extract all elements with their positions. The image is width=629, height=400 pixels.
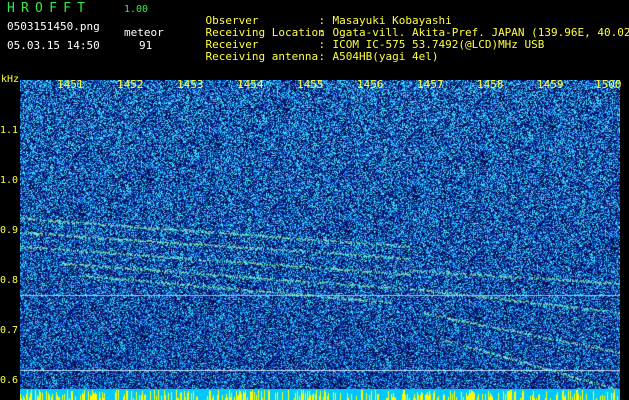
capture-datetime: 05.03.15 14:50	[7, 39, 100, 52]
info-separator: :	[318, 50, 326, 63]
y-tick-label: 1.0	[0, 175, 19, 186]
x-tick-label: 1457	[417, 78, 444, 91]
y-tick-label: 1.1	[0, 125, 19, 136]
spectrogram-plot	[20, 80, 620, 400]
info-value: A504HB(yagi 4el)	[332, 50, 439, 63]
x-tick-label: 1455	[297, 78, 324, 91]
y-tick-label: 0.8	[0, 275, 19, 286]
info-label: Receiving antenna	[205, 50, 319, 63]
detection-type-label: meteor	[124, 26, 164, 39]
y-axis-unit-label: kHz	[1, 74, 20, 85]
y-tick-label: 0.7	[0, 325, 19, 336]
x-tick-label: 1459	[537, 78, 564, 91]
activity-bar	[20, 389, 620, 400]
x-tick-label: 1452	[117, 78, 144, 91]
x-tick-label: 1451	[57, 78, 84, 91]
y-tick-label: 0.6	[0, 375, 19, 386]
info-row-antenna: Receiving antenna: A504HB(yagi 4el)	[179, 39, 439, 75]
file-name: 0503151450.png	[7, 20, 100, 33]
x-tick-label: 1453	[177, 78, 204, 91]
x-tick-label: 1454	[237, 78, 264, 91]
x-tick-label: 1456	[357, 78, 384, 91]
y-tick-label: 0.9	[0, 225, 19, 236]
app-version: 1.00	[124, 4, 149, 15]
detection-count: 91	[139, 39, 153, 52]
x-tick-label: 1458	[477, 78, 504, 91]
hrofft-window: HROFFT 1.00 0503151450.png meteor 05.03.…	[0, 0, 629, 400]
app-title: HROFFT	[7, 1, 92, 16]
x-tick-label: 1500	[595, 78, 622, 91]
